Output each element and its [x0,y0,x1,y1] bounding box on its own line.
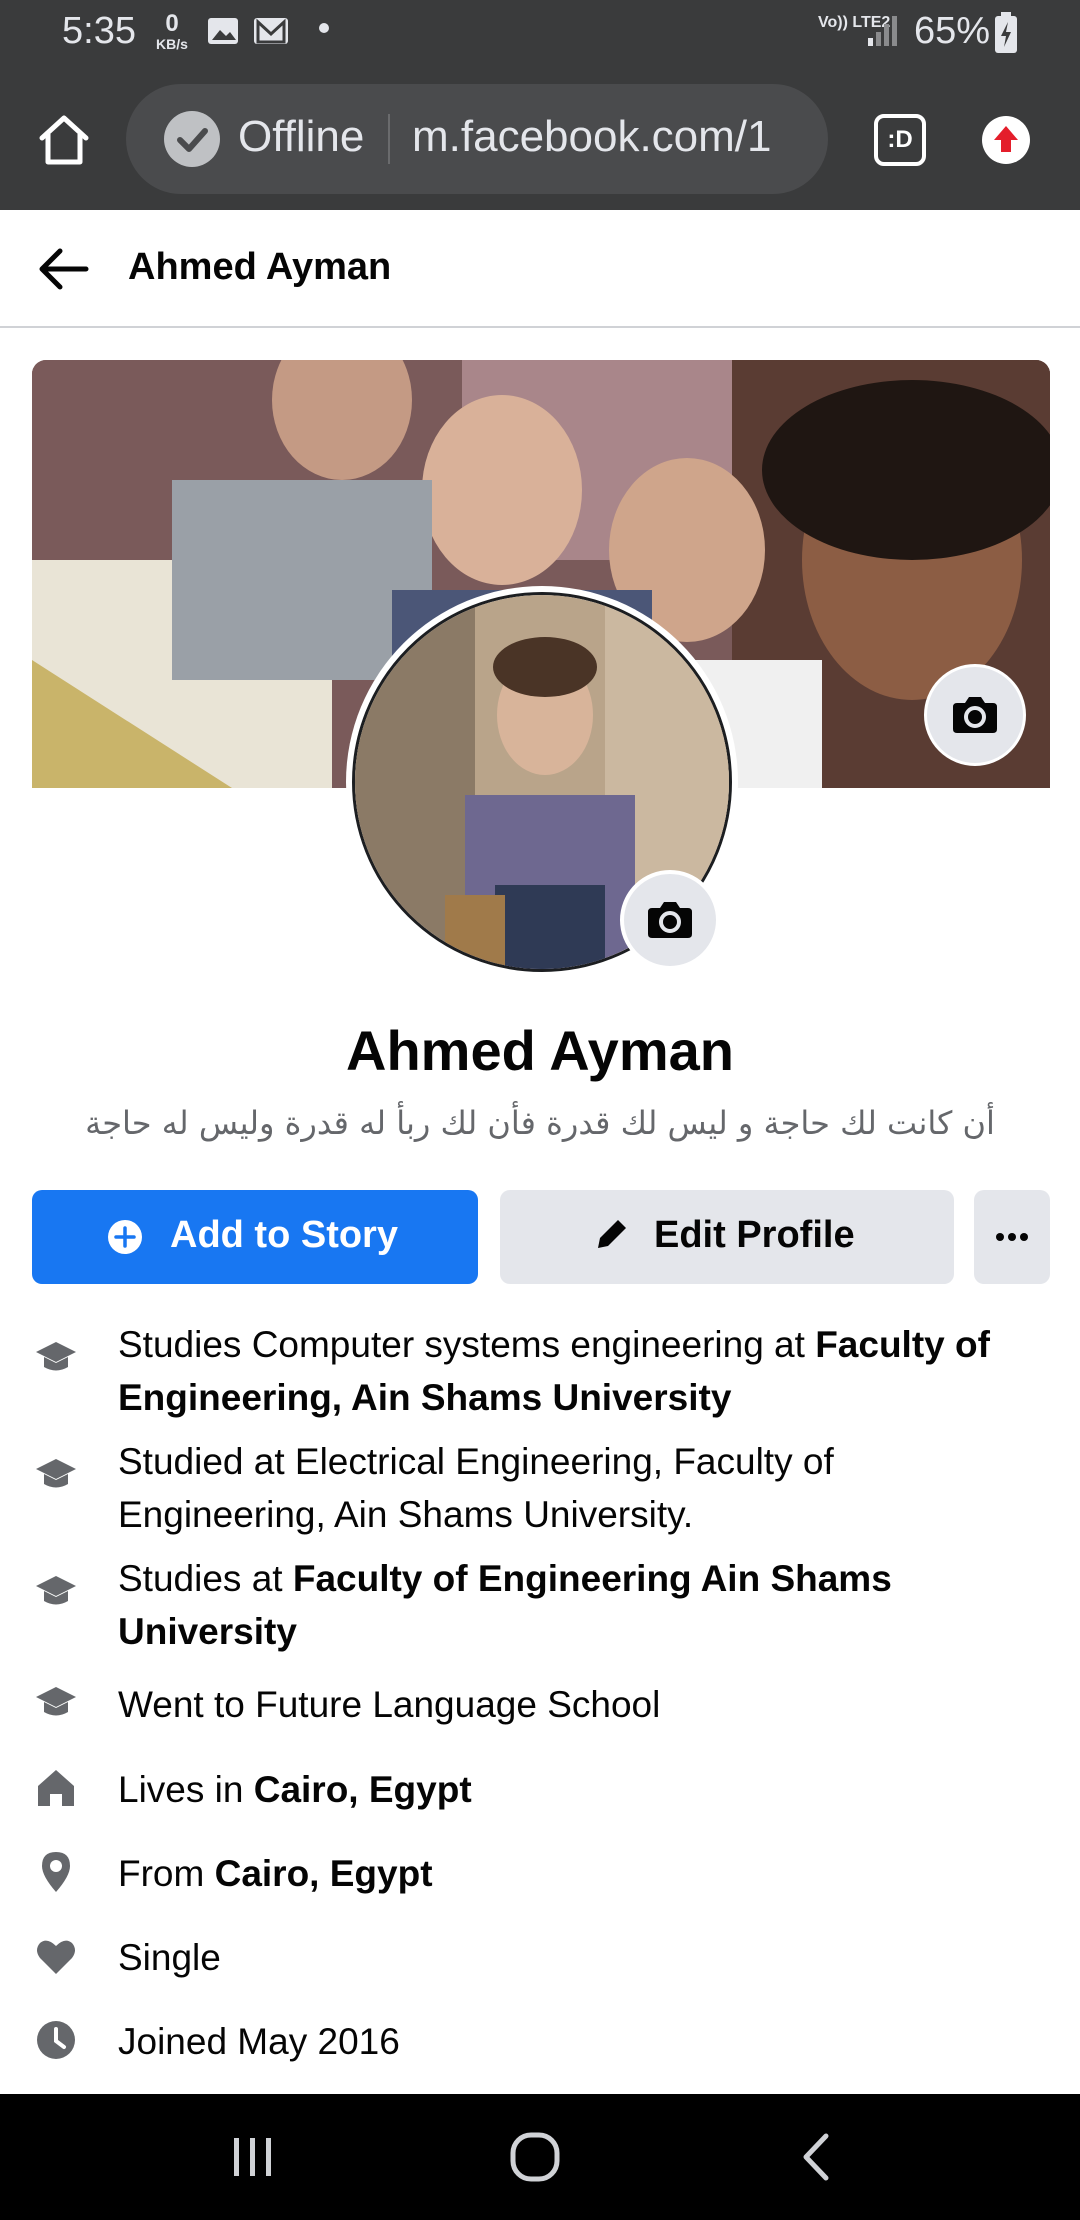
back-nav-icon[interactable] [796,2130,836,2184]
page-title: Ahmed Ayman [128,246,392,288]
intro-text: Lives in Cairo, Egypt [118,1769,472,1810]
more-notifications-dot-icon [319,23,329,33]
intro-text: Joined May 2016 [118,2021,400,2062]
system-navigation-bar [0,2094,1080,2220]
url-text[interactable]: m.facebook.com/1 [412,112,812,162]
graduation-cap-icon [36,1576,76,1605]
location-pin-icon [42,1852,70,1892]
intro-text: Studies at Faculty of Engineering Ain Sh… [118,1558,892,1652]
back-arrow-icon[interactable] [36,244,92,294]
profile-bio: أن كانت لك حاجة و ليس لك قدرة فأن لك ربأ… [85,1104,995,1142]
profile-camera-button[interactable] [620,870,720,970]
pencil-icon [598,1220,626,1248]
net-speed-unit: KB/s [156,36,188,52]
net-speed: 0 KB/s [152,10,192,53]
status-bar: 5:35 0 KB/s Vo)) LTE2 65% [0,0,1080,70]
gallery-notification-icon [208,18,238,44]
more-options-button[interactable] [974,1190,1050,1284]
gmail-notification-icon [254,18,288,44]
battery-charging-icon [995,12,1017,53]
camera-icon [953,697,997,733]
camera-icon [648,902,692,938]
intro-text: Single [118,1937,221,1978]
home-icon [38,1770,74,1806]
offline-status: Offline [238,112,365,161]
update-icon[interactable] [982,116,1030,164]
intro-text: Studies Computer systems engineering at … [118,1324,990,1418]
edit-profile-button[interactable]: Edit Profile [500,1190,954,1284]
address-bar[interactable]: Offline m.facebook.com/1 [126,84,828,194]
more-dots-icon [996,1233,1028,1241]
plus-circle-icon [108,1220,142,1254]
page-header: Ahmed Ayman [0,210,1080,328]
intro-text: From Cairo, Egypt [118,1853,433,1894]
signal-icon [868,16,897,46]
add-to-story-button[interactable]: Add to Story [32,1190,478,1284]
intro-text: Studied at Electrical Engineering, Facul… [118,1441,834,1535]
cover-camera-button[interactable] [924,664,1026,766]
offline-check-icon [164,111,220,167]
battery-percent: 65% [914,10,991,52]
home-icon[interactable] [34,110,94,170]
recent-apps-icon[interactable] [228,2132,278,2182]
edit-profile-label: Edit Profile [654,1214,855,1256]
profile-name: Ahmed Ayman [346,1019,734,1082]
heart-icon [37,1940,75,1974]
graduation-cap-icon [36,1459,76,1488]
home-nav-icon[interactable] [508,2130,562,2184]
status-time: 5:35 [62,10,136,52]
graduation-cap-icon [36,1687,76,1716]
url-divider [388,114,390,164]
tab-switcher-button[interactable]: :D [874,114,926,166]
intro-text: Went to Future Language School [118,1684,661,1725]
clock-icon [37,2021,75,2059]
net-speed-value: 0 [165,10,179,37]
browser-toolbar: Offline m.facebook.com/1 :D [0,70,1080,210]
graduation-cap-icon [36,1342,76,1371]
add-to-story-label: Add to Story [170,1214,398,1256]
